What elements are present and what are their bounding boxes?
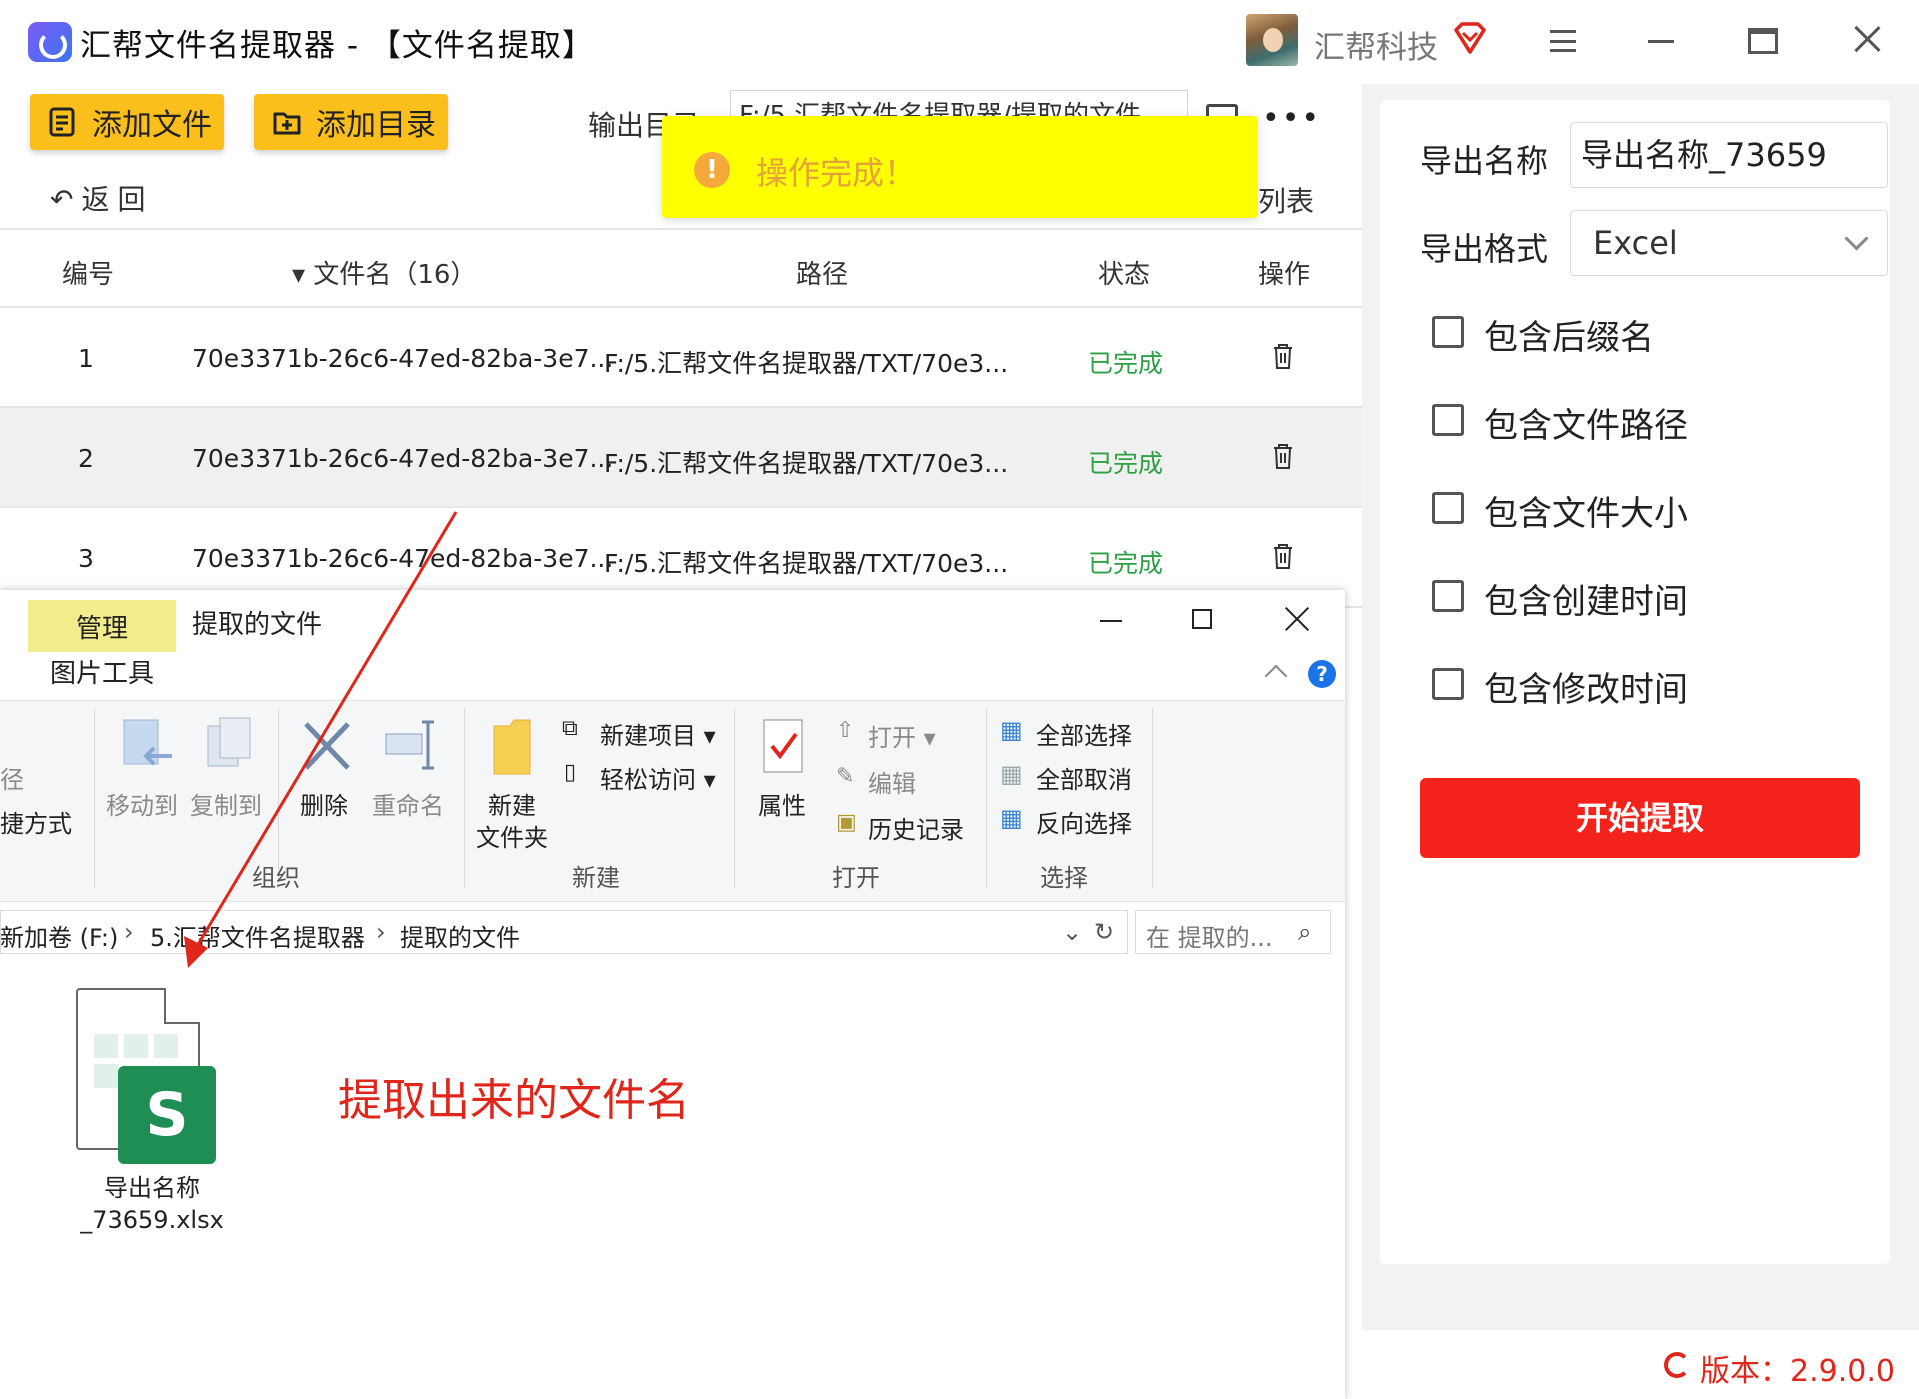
annotation-arrow	[184, 511, 458, 968]
